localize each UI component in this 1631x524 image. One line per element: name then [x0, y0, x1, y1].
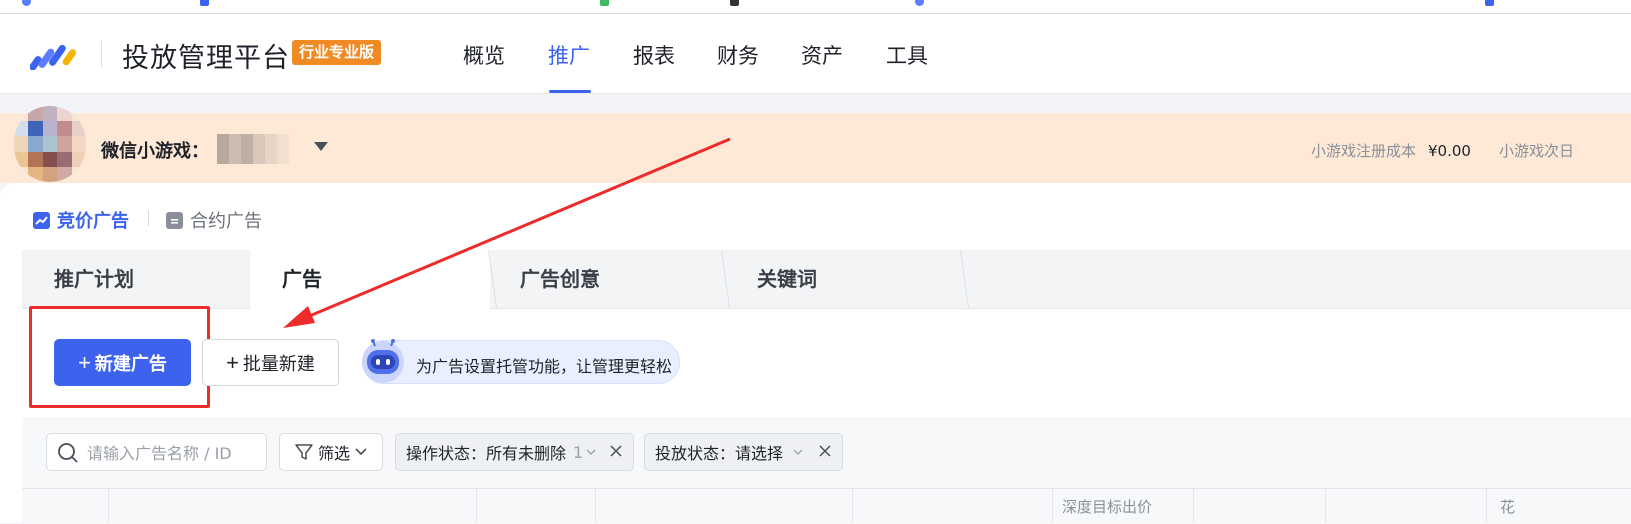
browser-bookmark-strip — [0, 0, 1631, 14]
ad-type-bidding-label: 竞价广告 — [57, 211, 129, 232]
bookmark-icon[interactable] — [730, 0, 739, 6]
ad-type-contract[interactable]: 合约广告 — [166, 207, 262, 233]
column-divider[interactable] — [1052, 488, 1053, 523]
column-divider[interactable] — [108, 488, 109, 523]
tab-ad-creative[interactable]: 广告创意 — [488, 250, 724, 308]
chip-label: 操作状态： — [406, 444, 487, 463]
column-divider[interactable] — [852, 488, 853, 523]
batch-new-button[interactable]: + 批量新建 — [202, 339, 339, 386]
column-divider[interactable] — [595, 488, 596, 523]
document-icon — [166, 211, 183, 229]
top-navigation: 投放管理平台 行业专业版 概览 推广 报表 财务 资产 工具 — [0, 14, 1631, 94]
chevron-down-icon — [355, 448, 367, 456]
plus-icon: + — [78, 349, 91, 375]
column-divider[interactable] — [1193, 488, 1194, 523]
close-icon[interactable] — [818, 444, 832, 458]
metric-value: ¥0.00 — [1428, 142, 1471, 160]
nav-item-tools[interactable]: 工具 — [886, 40, 928, 70]
column-divider[interactable] — [1325, 488, 1326, 523]
account-type-label: 微信小游戏： — [101, 141, 209, 162]
account-dropdown-caret-down-icon[interactable] — [314, 142, 328, 151]
tab-ad[interactable]: 广告 — [250, 244, 490, 309]
tab-bar: 推广计划 广告 广告创意 关键词 — [22, 244, 1631, 309]
account-avatar[interactable] — [14, 106, 86, 182]
batch-new-label: 批量新建 — [242, 353, 315, 374]
nav-item-assets[interactable]: 资产 — [801, 40, 843, 70]
platform-title: 投放管理平台 — [122, 43, 290, 74]
filter-chip-operation-status[interactable]: 操作状态： 所有未删除 1 — [395, 433, 634, 471]
plus-icon: + — [226, 349, 239, 375]
metric-register-cost: 小游戏注册成本 ¥0.00 — [1311, 140, 1471, 161]
bookmark-icon[interactable] — [22, 0, 31, 6]
metric-label: 小游戏注册成本 — [1311, 142, 1417, 160]
nav-item-finance[interactable]: 财务 — [717, 40, 759, 70]
filter-button[interactable]: 筛选 — [279, 433, 383, 471]
column-divider[interactable] — [476, 488, 477, 523]
column-header-spend[interactable]: 花 — [1500, 496, 1515, 517]
nav-item-overview[interactable]: 概览 — [463, 40, 505, 70]
nav-item-promotion[interactable]: 推广 — [548, 40, 590, 70]
bookmark-icon[interactable] — [1485, 0, 1494, 6]
filter-chip-delivery-status[interactable]: 投放状态： 请选择 — [644, 433, 843, 471]
column-divider[interactable] — [1486, 488, 1487, 523]
search-input[interactable] — [85, 439, 264, 467]
ad-type-contract-label: 合约广告 — [190, 211, 262, 232]
chip-value: 所有未删除 — [486, 444, 567, 463]
nav-item-reports[interactable]: 报表 — [633, 40, 675, 70]
new-ad-label: 新建广告 — [94, 353, 167, 374]
funnel-icon — [295, 444, 313, 460]
tab-campaign[interactable]: 推广计划 — [22, 250, 250, 308]
search-icon — [58, 443, 78, 463]
metric-next-day: 小游戏次日 — [1499, 140, 1574, 161]
account-name-redacted — [217, 134, 289, 164]
chip-extra: 1 — [573, 442, 584, 462]
trend-chart-icon — [33, 211, 50, 229]
new-ad-button[interactable]: + 新建广告 — [54, 339, 191, 386]
search-box — [46, 433, 267, 471]
column-header-deep-target-bid[interactable]: 深度目标出价 — [1062, 496, 1152, 517]
assistant-tip[interactable]: 为广告设置托管功能，让管理更轻松 — [362, 339, 680, 384]
ad-type-bidding[interactable]: 竞价广告 — [33, 207, 129, 233]
brand-logo-icon[interactable] — [30, 40, 82, 70]
table-header — [22, 488, 1631, 524]
nav-active-indicator — [549, 90, 591, 93]
chevron-down-icon — [586, 449, 596, 455]
robot-icon — [362, 339, 404, 383]
chip-value: 请选择 — [735, 444, 784, 463]
bookmark-icon[interactable] — [600, 0, 609, 6]
metric-label: 小游戏次日 — [1499, 142, 1575, 160]
logo-divider — [101, 41, 102, 67]
bookmark-icon[interactable] — [915, 0, 924, 6]
chevron-down-icon — [793, 449, 803, 455]
ad-type-divider — [148, 210, 149, 226]
bookmark-icon[interactable] — [200, 0, 209, 6]
tab-keyword[interactable]: 关键词 — [725, 250, 965, 308]
filter-label: 筛选 — [317, 444, 350, 463]
assistant-tip-text: 为广告设置托管功能，让管理更轻松 — [416, 357, 673, 376]
chip-label: 投放状态： — [655, 444, 736, 463]
close-icon[interactable] — [609, 444, 623, 458]
edition-badge: 行业专业版 — [292, 40, 382, 65]
